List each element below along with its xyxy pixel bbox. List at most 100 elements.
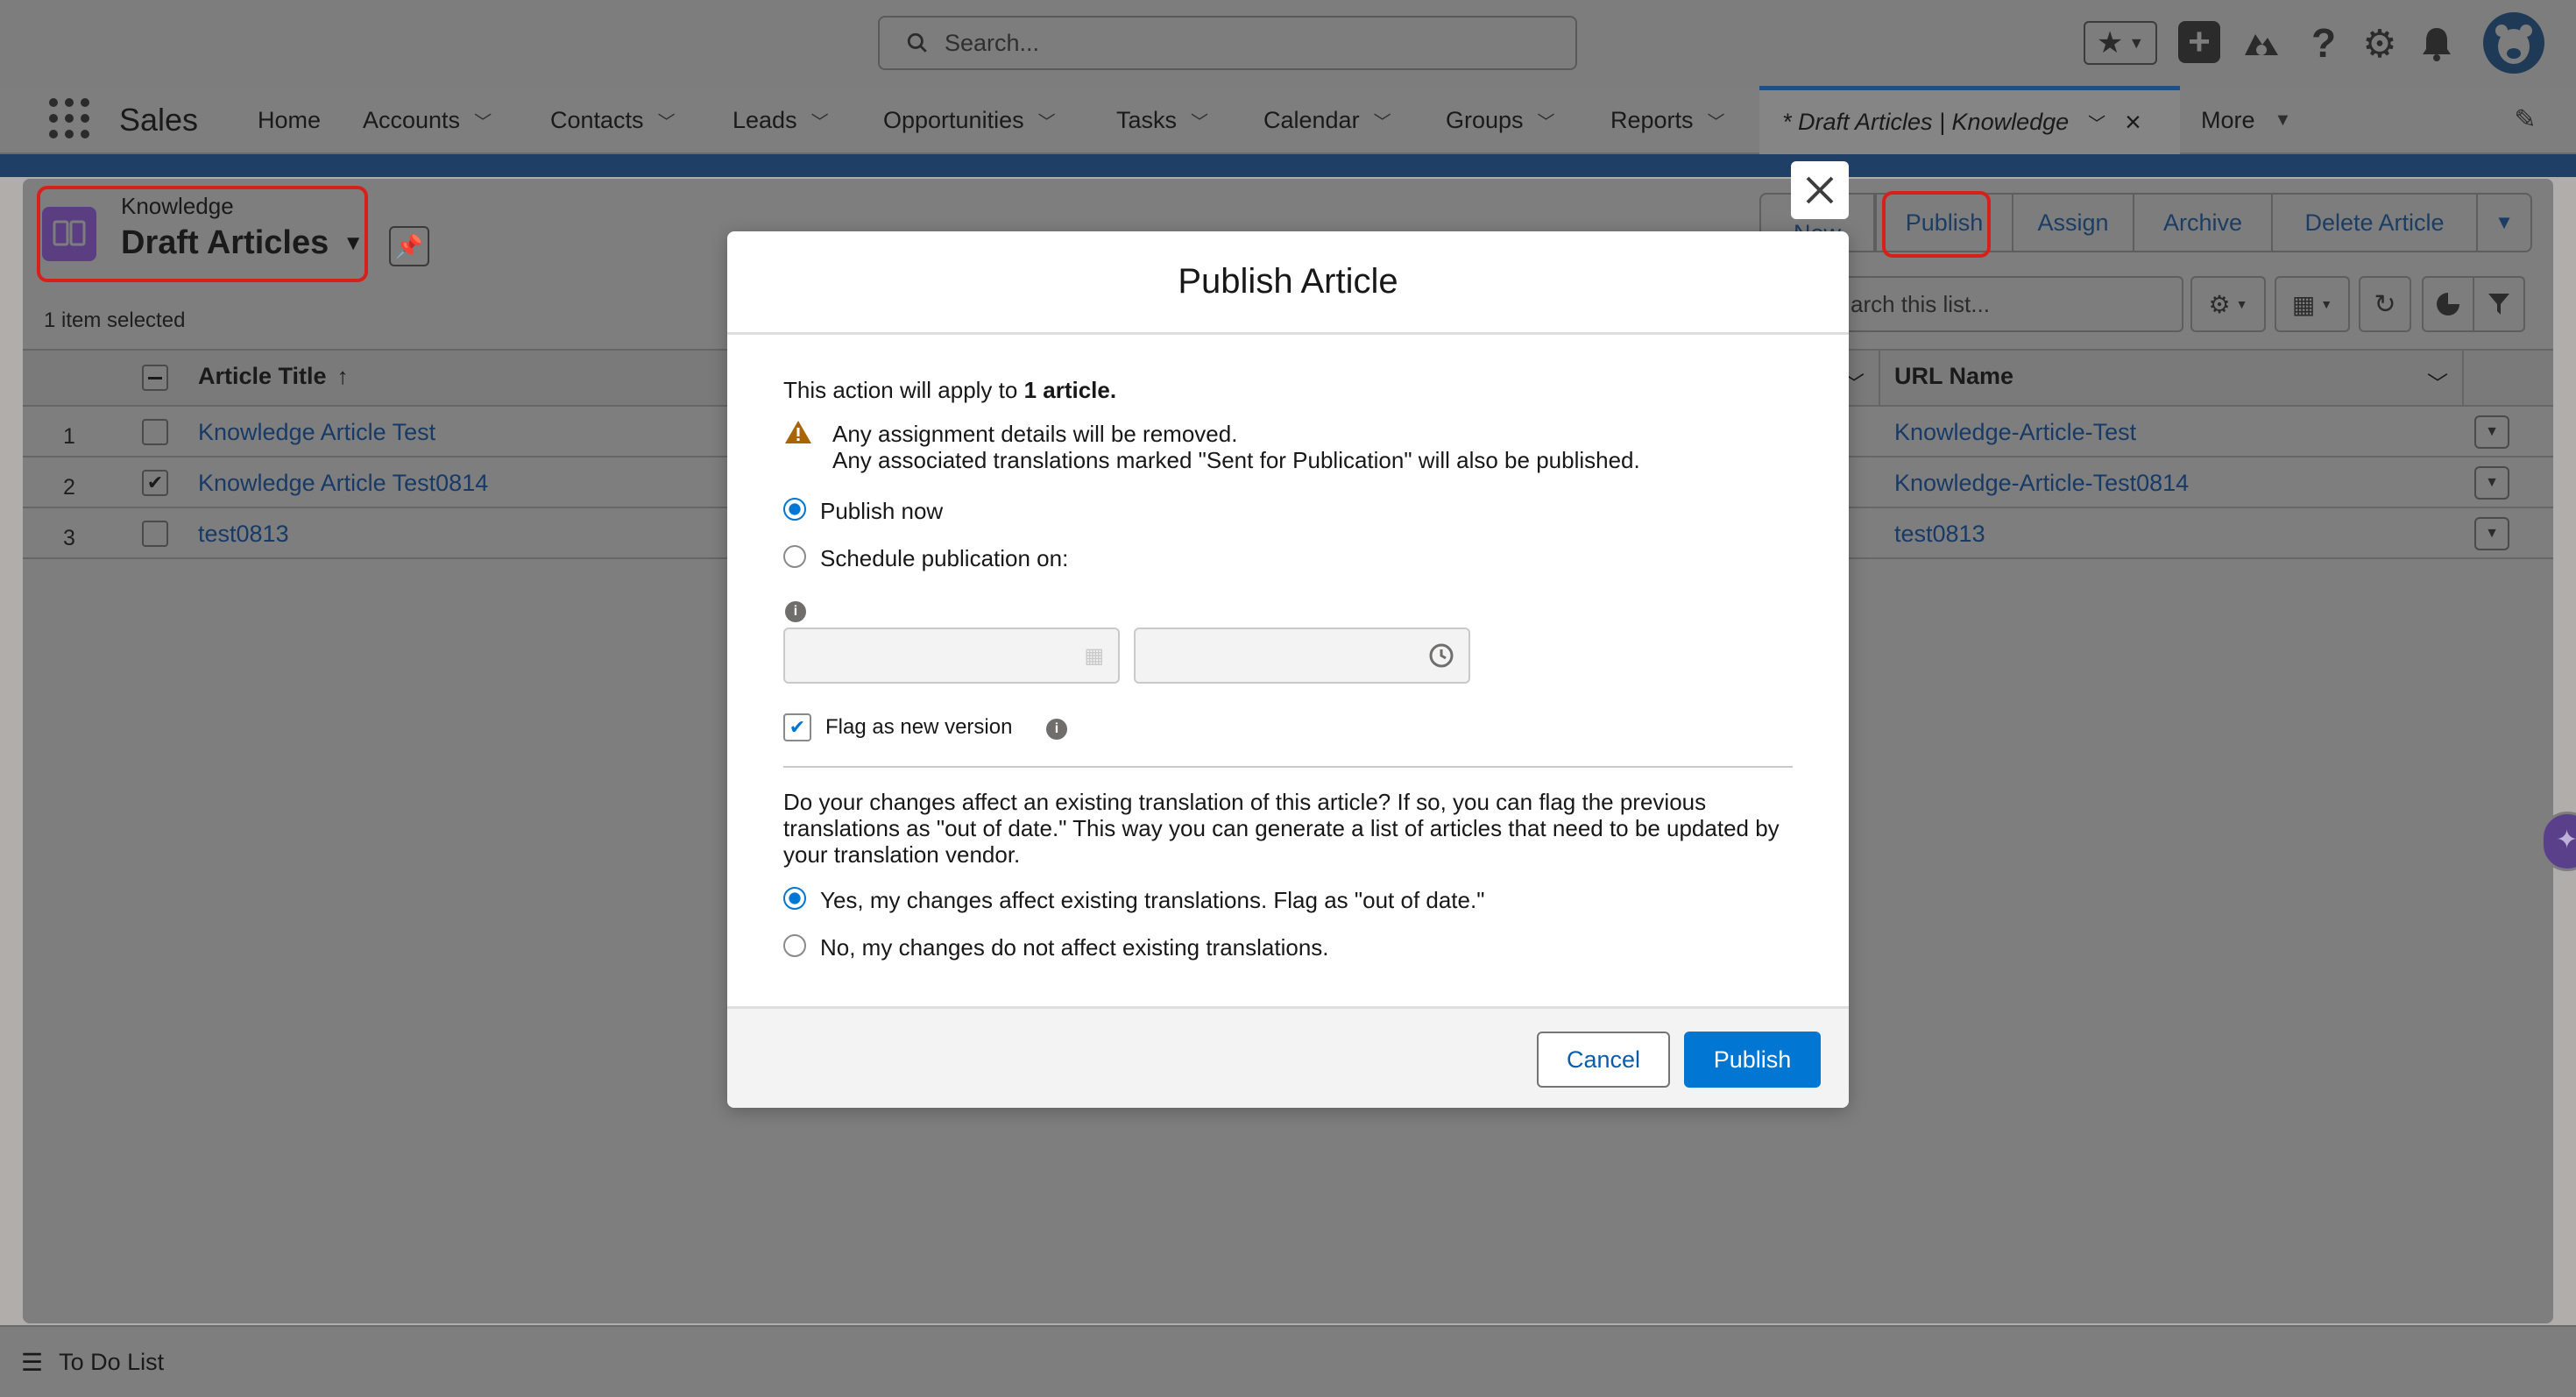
chevron-down-icon[interactable]: ﹀ (811, 108, 829, 133)
nav-item-accounts[interactable]: Accounts ﹀ (363, 86, 492, 154)
refresh-button[interactable]: ↻ (2359, 276, 2411, 332)
translations-yes-label: Yes, my changes affect existing translat… (820, 887, 1485, 913)
nav-item-tasks[interactable]: Tasks ﹀ (1116, 86, 1208, 154)
row-checkbox-checked[interactable]: ✔ (142, 470, 168, 496)
nav-item-calendar[interactable]: Calendar ﹀ (1263, 86, 1391, 154)
tab-draft-articles[interactable]: * Draft Articles | Knowledge ﹀ × (1759, 86, 2180, 154)
chevron-down-icon[interactable]: ﹀ (1191, 108, 1208, 133)
bell-icon[interactable] (2415, 21, 2459, 67)
publish-article-modal: Publish Article This action will apply t… (727, 231, 1849, 1108)
article-title-link[interactable]: Knowledge Article Test0814 (198, 470, 488, 497)
chevron-down-icon: ▼ (2128, 33, 2145, 52)
page-backdrop (0, 154, 2576, 177)
search-icon (907, 32, 927, 53)
caret-down-icon: ▼ (2235, 297, 2248, 311)
pin-icon: 📌 (394, 232, 424, 259)
list-settings-button[interactable]: ⚙ ▼ (2190, 276, 2266, 332)
close-icon[interactable]: × (2125, 106, 2141, 138)
chevron-down-icon[interactable]: ﹀ (1708, 108, 1725, 133)
caret-down-icon: ▼ (2485, 526, 2499, 541)
avatar[interactable] (2483, 12, 2544, 74)
chevron-down-icon[interactable]: ﹀ (658, 108, 676, 133)
chart-button[interactable] (2422, 276, 2474, 332)
object-label: Knowledge (121, 193, 234, 219)
edit-nav-icon[interactable]: ✎ (2508, 102, 2543, 137)
refresh-icon: ↻ (2374, 289, 2396, 319)
nav-item-label: Tasks (1116, 106, 1178, 133)
url-name-link[interactable]: Knowledge-Article-Test (1894, 419, 2136, 446)
display-as-button[interactable]: ▦ ▼ (2275, 276, 2350, 332)
column-header-url-name[interactable]: URL Name (1894, 363, 2013, 390)
schedule-time-input[interactable] (1134, 628, 1470, 684)
more-actions-button[interactable]: ▼ (2476, 193, 2532, 252)
nav-item-label: Opportunities (883, 106, 1024, 133)
info-icon[interactable]: i (1046, 719, 1067, 740)
row-checkbox[interactable] (142, 521, 168, 547)
chevron-down-icon[interactable]: ﹀ (474, 108, 492, 133)
todo-list-item[interactable]: ☰ To Do List (21, 1348, 164, 1377)
modal-close-button[interactable] (1791, 161, 1849, 219)
cancel-button[interactable]: Cancel (1537, 1032, 1670, 1088)
clock-icon (1429, 643, 1454, 668)
translations-no-label: No, my changes do not affect existing tr… (820, 934, 1329, 961)
caret-down-icon: ▼ (2495, 211, 2514, 233)
nav-more-label: More (2201, 106, 2255, 133)
publish-button[interactable]: Publish (1684, 1032, 1821, 1088)
sort-ascending-icon: ↑ (336, 363, 349, 389)
nav-item-groups[interactable]: Groups ﹀ (1446, 86, 1555, 154)
gear-icon: ⚙ (2208, 290, 2231, 318)
publish-now-radio[interactable] (783, 498, 806, 521)
url-name-link[interactable]: Knowledge-Article-Test0814 (1894, 470, 2189, 497)
trailhead-icon[interactable] (2240, 23, 2283, 63)
schedule-publication-radio[interactable] (783, 545, 806, 568)
assign-button[interactable]: Assign (2012, 193, 2134, 252)
row-actions-button[interactable]: ▼ (2474, 517, 2509, 550)
chevron-down-icon[interactable]: ﹀ (1374, 108, 1391, 133)
add-icon[interactable]: + (2178, 20, 2220, 63)
help-icon[interactable]: ? (2303, 19, 2345, 67)
nav-more[interactable]: More ▼ (2201, 86, 2291, 154)
list-search-input[interactable]: arch this list... (1840, 276, 2183, 332)
flag-new-version-checkbox[interactable]: ✔ (783, 713, 811, 741)
delete-article-button[interactable]: Delete Article (2271, 193, 2478, 252)
column-header-article-title[interactable]: Article Title ↑ (198, 363, 349, 390)
favorites-button[interactable]: ★ ▼ (2084, 21, 2157, 65)
article-title-link[interactable]: Knowledge Article Test (198, 419, 435, 446)
caret-down-icon: ▼ (2485, 475, 2499, 490)
row-actions-button[interactable]: ▼ (2474, 415, 2509, 449)
nav-item-home[interactable]: Home (258, 86, 321, 154)
chevron-down-icon[interactable]: ﹀ (1038, 108, 1056, 133)
list-view-name: Draft Articles (121, 224, 329, 261)
url-name-link[interactable]: test0813 (1894, 521, 1985, 548)
chevron-down-icon[interactable]: ▼ (2275, 110, 2292, 131)
row-actions-button[interactable]: ▼ (2474, 466, 2509, 500)
chevron-down-icon[interactable]: ﹀ (2427, 366, 2448, 397)
nav-item-label: Reports (1610, 106, 1694, 133)
row-checkbox[interactable] (142, 419, 168, 445)
translations-no-radio[interactable] (783, 934, 806, 957)
row-number: 1 (63, 424, 75, 449)
info-icon[interactable]: i (785, 601, 806, 622)
tab-label: * Draft Articles | Knowledge (1782, 109, 2070, 135)
select-all-checkbox[interactable] (142, 365, 168, 391)
column-header-label: Article Title (198, 363, 327, 389)
archive-button[interactable]: Archive (2133, 193, 2273, 252)
highlight-box (1882, 191, 1991, 258)
nav-item-reports[interactable]: Reports ﹀ (1610, 86, 1725, 154)
list-view-picker[interactable]: Draft Articles ▼ (121, 224, 364, 262)
article-title-link[interactable]: test0813 (198, 521, 289, 548)
chevron-down-icon[interactable]: ﹀ (2088, 110, 2105, 135)
nav-item-label: Home (258, 106, 322, 133)
pin-button[interactable]: 📌 (389, 226, 429, 266)
nav-item-contacts[interactable]: Contacts ﹀ (550, 86, 676, 154)
nav-item-leads[interactable]: Leads ﹀ (732, 86, 829, 154)
filter-button[interactable] (2473, 276, 2525, 332)
global-search-input[interactable]: Search... (878, 16, 1577, 70)
gear-icon[interactable]: ⚙ (2357, 21, 2403, 67)
chevron-down-icon[interactable]: ﹀ (1538, 108, 1555, 133)
caret-down-icon: ▼ (2320, 297, 2333, 311)
nav-item-opportunities[interactable]: Opportunities ﹀ (883, 86, 1056, 154)
app-launcher-icon[interactable] (49, 98, 89, 138)
schedule-date-input[interactable]: ▦ (783, 628, 1120, 684)
translations-yes-radio[interactable] (783, 887, 806, 910)
